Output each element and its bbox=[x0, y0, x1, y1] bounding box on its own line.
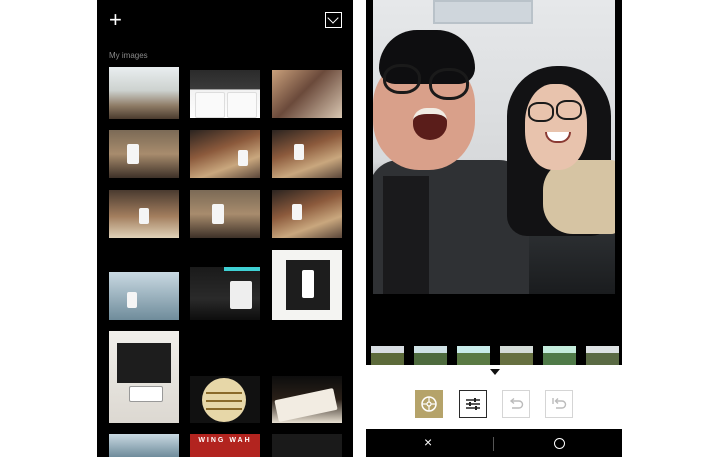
edit-toolbar bbox=[366, 365, 622, 429]
bottom-action-bar: × bbox=[366, 429, 622, 457]
inbox-icon[interactable] bbox=[325, 12, 342, 28]
divider bbox=[493, 437, 494, 451]
image-thumbnail[interactable] bbox=[190, 190, 260, 238]
image-thumbnail[interactable] bbox=[109, 67, 179, 119]
selfie-photo[interactable] bbox=[373, 0, 615, 294]
adjust-icon[interactable] bbox=[459, 390, 487, 418]
filter-preview[interactable] bbox=[414, 346, 447, 365]
image-thumbnail[interactable] bbox=[190, 130, 260, 178]
collapse-caret-icon[interactable] bbox=[490, 369, 500, 375]
image-thumbnail[interactable] bbox=[272, 376, 342, 423]
packaging-text: WING WAH bbox=[198, 437, 252, 444]
image-thumbnail[interactable] bbox=[190, 376, 260, 423]
editor-screen: × bbox=[366, 0, 622, 457]
image-thumbnail[interactable] bbox=[109, 272, 179, 320]
filter-strip bbox=[366, 343, 622, 365]
image-thumbnail[interactable]: WING WAH bbox=[190, 434, 260, 457]
image-thumbnail[interactable] bbox=[190, 267, 260, 320]
confirm-circle-icon[interactable] bbox=[554, 438, 565, 449]
filter-preview[interactable] bbox=[586, 346, 619, 365]
filter-preview[interactable] bbox=[500, 346, 533, 365]
image-thumbnail[interactable] bbox=[272, 250, 342, 320]
image-thumbnail[interactable] bbox=[272, 130, 342, 178]
filters-icon[interactable] bbox=[415, 390, 443, 418]
history-icon[interactable] bbox=[545, 390, 573, 418]
section-label: My images bbox=[109, 51, 148, 60]
image-thumbnail[interactable] bbox=[272, 434, 342, 457]
image-thumbnail[interactable] bbox=[272, 70, 342, 118]
gallery-screen: + My images WING WAH bbox=[97, 0, 353, 457]
image-thumbnail[interactable] bbox=[190, 70, 260, 118]
image-thumbnail[interactable] bbox=[109, 130, 179, 178]
image-thumbnail[interactable] bbox=[109, 331, 179, 423]
undo-icon[interactable] bbox=[502, 390, 530, 418]
filter-preview[interactable] bbox=[543, 346, 576, 365]
filter-preview[interactable] bbox=[457, 346, 490, 365]
close-icon[interactable]: × bbox=[424, 434, 432, 450]
image-thumbnail[interactable] bbox=[272, 190, 342, 238]
image-thumbnail[interactable] bbox=[109, 190, 179, 238]
plus-icon[interactable]: + bbox=[109, 9, 125, 31]
image-thumbnail[interactable] bbox=[109, 434, 179, 457]
filter-preview[interactable] bbox=[371, 346, 404, 365]
